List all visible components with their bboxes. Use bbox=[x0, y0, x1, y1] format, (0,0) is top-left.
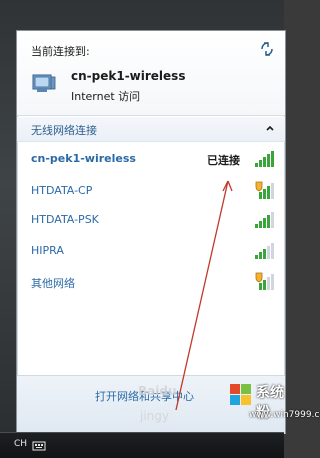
wireless-section-header[interactable]: 无线网络连接 bbox=[17, 117, 285, 142]
signal-strength-icon bbox=[255, 212, 274, 228]
keyboard-icon[interactable] bbox=[32, 439, 46, 451]
network-item-other-networks[interactable]: 其他网络 bbox=[17, 266, 285, 296]
connected-network-name: cn-pek1-wireless bbox=[71, 69, 186, 83]
signal-strength-icon bbox=[255, 243, 274, 259]
brand-url: www.win7999.com bbox=[249, 410, 320, 420]
connected-network-access: Internet 访问 bbox=[71, 90, 141, 103]
refresh-icon[interactable] bbox=[259, 41, 275, 57]
signal-strength-icon bbox=[255, 151, 274, 167]
connected-status: 已连接 bbox=[207, 154, 240, 167]
network-icon bbox=[32, 74, 56, 92]
network-name: cn-pek1-wireless bbox=[31, 152, 136, 165]
network-name: 其他网络 bbox=[31, 277, 75, 290]
network-item-htdata-psk[interactable]: HTDATA-PSK bbox=[17, 204, 285, 234]
secured-signal-icon bbox=[255, 181, 274, 199]
network-item-cn-pek1-wireless[interactable]: cn-pek1-wireless 已连接 bbox=[17, 143, 285, 173]
current-connection-title: 当前连接到: bbox=[31, 45, 90, 58]
network-item-hipra[interactable]: HIPRA bbox=[17, 235, 285, 265]
wireless-section-label: 无线网络连接 bbox=[31, 124, 97, 137]
network-name: HIPRA bbox=[31, 244, 64, 257]
current-connection-header: 当前连接到: cn-pek1-wireless Internet 访问 bbox=[17, 31, 285, 115]
secured-signal-icon bbox=[255, 272, 274, 290]
language-indicator[interactable]: CH bbox=[14, 439, 27, 449]
jingyan-watermark: jingy bbox=[140, 409, 169, 423]
network-item-htdata-cp[interactable]: HTDATA-CP bbox=[17, 175, 285, 205]
taskbar: CH bbox=[0, 432, 284, 458]
baidu-watermark: Baidu bbox=[138, 384, 177, 398]
divider bbox=[17, 115, 285, 116]
wifi-flyout: 当前连接到: cn-pek1-wireless Internet 访问 无线网络… bbox=[16, 30, 286, 434]
network-name: HTDATA-PSK bbox=[31, 213, 99, 226]
chevron-up-icon[interactable] bbox=[265, 123, 275, 133]
network-name: HTDATA-CP bbox=[31, 184, 93, 197]
